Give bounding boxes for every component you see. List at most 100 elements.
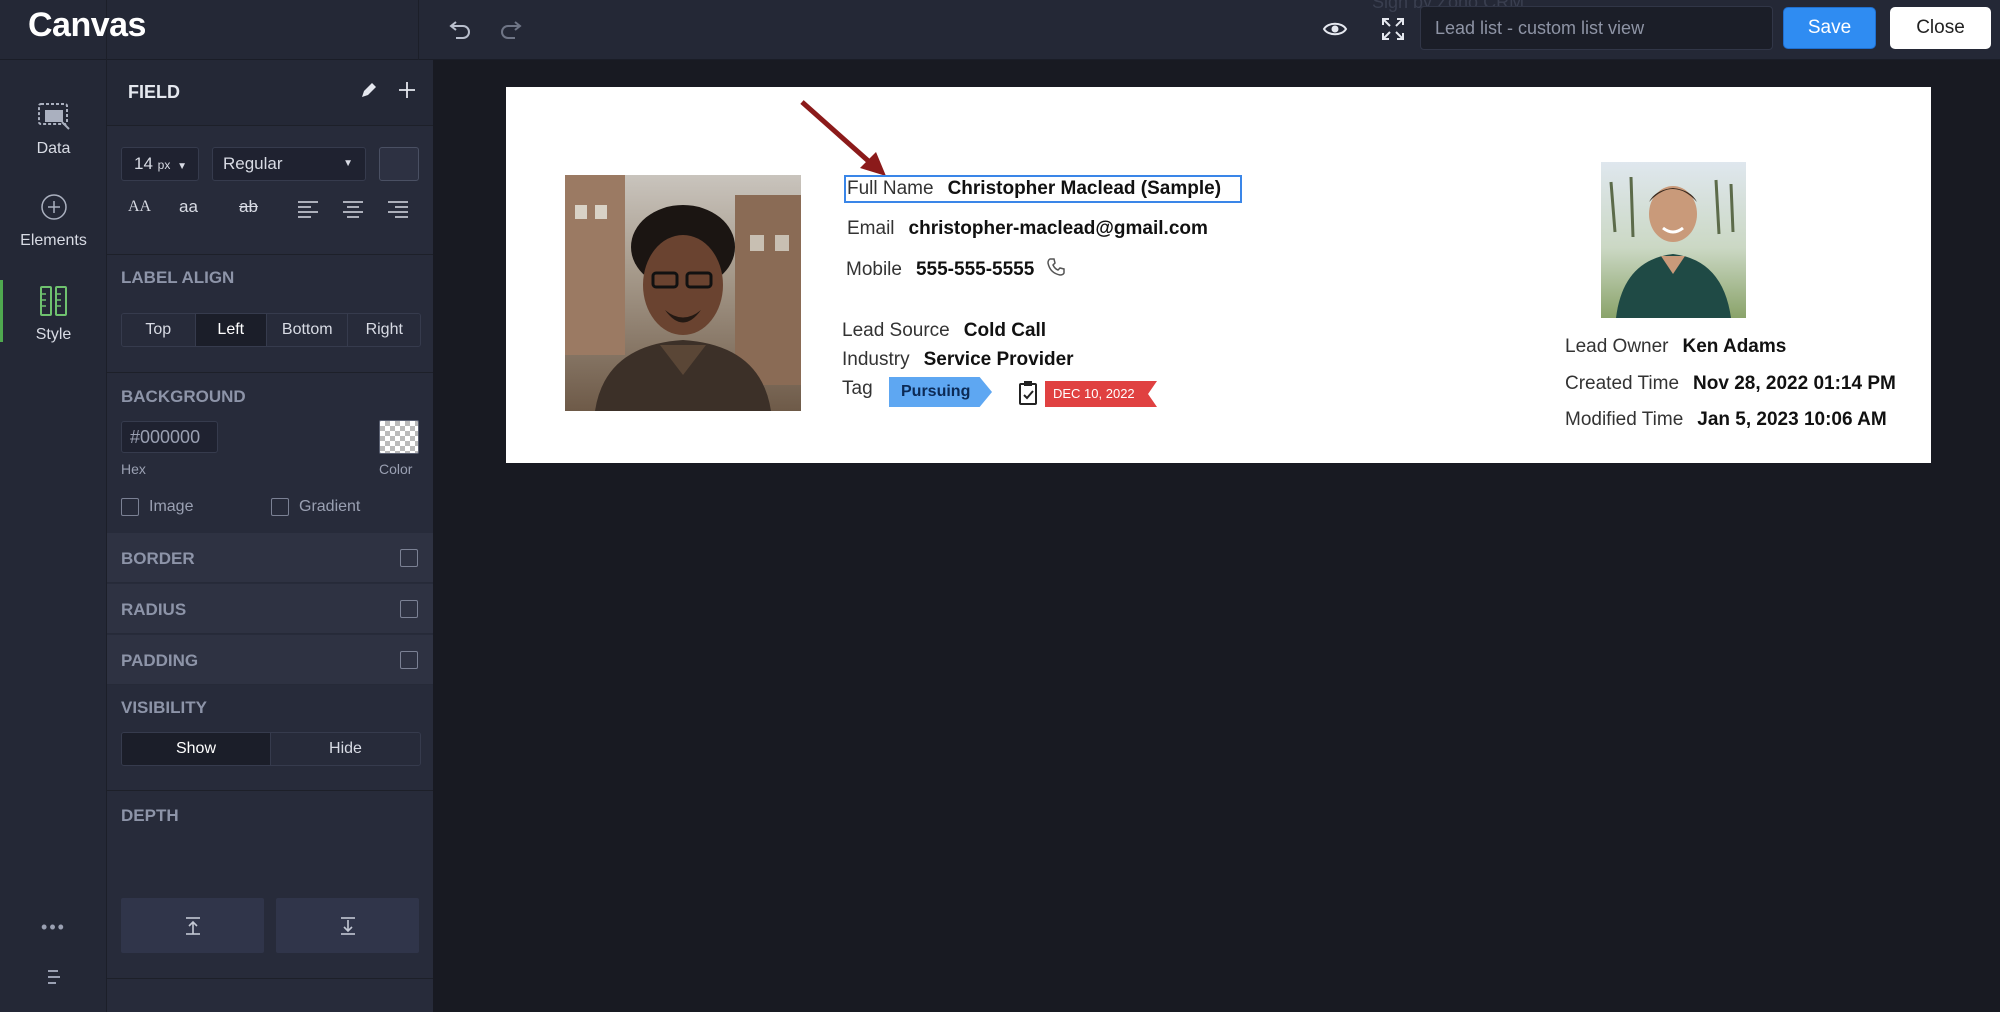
field-label: Industry bbox=[842, 349, 910, 370]
field-label: Created Time bbox=[1565, 373, 1680, 394]
owner-photo-icon bbox=[1609, 176, 1735, 318]
radius-title: RADIUS bbox=[121, 600, 187, 619]
align-center-icon[interactable] bbox=[342, 200, 364, 223]
padding-checkbox[interactable] bbox=[400, 651, 418, 669]
visibility-hide[interactable]: Hide bbox=[271, 733, 420, 765]
hex-input[interactable]: #000000 bbox=[121, 421, 218, 453]
lead-photo[interactable] bbox=[565, 175, 801, 411]
more-options-icon[interactable]: ••• bbox=[0, 917, 107, 938]
bring-forward-icon bbox=[185, 916, 200, 935]
top-bar: Canvas Sign by Zoho CRM Lead list - cust… bbox=[0, 0, 2000, 60]
divider bbox=[107, 254, 433, 255]
panel-header-spacer bbox=[107, 0, 419, 60]
background-color-swatch[interactable] bbox=[379, 420, 419, 454]
font-size-value: 14 bbox=[134, 154, 153, 173]
edit-pencil-icon[interactable] bbox=[359, 80, 379, 105]
label-align-top[interactable]: Top bbox=[122, 314, 196, 346]
owner-photo[interactable] bbox=[1601, 162, 1746, 318]
field-industry[interactable]: Industry Service Provider bbox=[842, 349, 1074, 371]
rail-item-data[interactable]: Data bbox=[0, 96, 107, 158]
field-value: Service Provider bbox=[923, 349, 1074, 370]
field-value: Ken Adams bbox=[1682, 336, 1787, 357]
border-row[interactable]: BORDER bbox=[107, 533, 433, 583]
gradient-checkbox[interactable] bbox=[271, 498, 289, 516]
font-weight-select[interactable]: Regular ▼ bbox=[212, 147, 366, 181]
field-value: Cold Call bbox=[963, 320, 1047, 341]
visibility-segmented: Show Hide bbox=[121, 732, 421, 766]
label-align-right[interactable]: Right bbox=[348, 314, 420, 346]
padding-row[interactable]: PADDING bbox=[107, 635, 433, 685]
image-checkbox[interactable] bbox=[121, 498, 139, 516]
field-full-name[interactable]: Full Name Christopher Maclead (Sample) bbox=[847, 178, 1221, 200]
style-icon bbox=[39, 286, 67, 316]
radius-checkbox[interactable] bbox=[400, 600, 418, 618]
divider bbox=[107, 790, 433, 791]
person-photo-icon bbox=[565, 175, 801, 411]
hex-label: Hex bbox=[121, 461, 146, 477]
send-backward-icon bbox=[340, 916, 355, 935]
lowercase-button[interactable]: aa bbox=[179, 197, 198, 217]
tag-pursuing[interactable]: Pursuing bbox=[889, 377, 992, 407]
font-weight-value: Regular bbox=[223, 154, 283, 173]
bring-forward-button[interactable] bbox=[121, 898, 264, 953]
field-label: Tag bbox=[842, 378, 873, 399]
rail-item-elements[interactable]: Elements bbox=[0, 188, 107, 250]
align-right-icon[interactable] bbox=[387, 200, 409, 223]
annotation-arrow-icon bbox=[800, 100, 886, 176]
border-checkbox[interactable] bbox=[400, 549, 418, 567]
color-label: Color bbox=[379, 461, 413, 477]
field-label: Full Name bbox=[847, 178, 934, 199]
font-color-swatch[interactable] bbox=[379, 147, 419, 181]
preview-eye-icon[interactable] bbox=[1320, 14, 1350, 44]
field-value: 555-555-5555 bbox=[915, 259, 1035, 280]
field-modified-time[interactable]: Modified Time Jan 5, 2023 10:06 AM bbox=[1565, 409, 1887, 431]
save-button[interactable]: Save bbox=[1783, 7, 1876, 49]
fullscreen-icon[interactable] bbox=[1378, 14, 1408, 44]
add-icon[interactable] bbox=[396, 79, 418, 106]
label-align-bottom[interactable]: Bottom bbox=[267, 314, 349, 346]
divider bbox=[107, 978, 433, 979]
plus-circle-icon bbox=[40, 194, 67, 220]
divider bbox=[107, 372, 433, 373]
close-button[interactable]: Close bbox=[1890, 7, 1991, 49]
font-size-unit: px bbox=[157, 158, 171, 172]
menu-lines-icon[interactable] bbox=[0, 967, 107, 992]
phone-icon bbox=[1046, 258, 1065, 276]
style-panel: FIELD 14 px ▼ Regular ▼ AA aa ab LABEL A… bbox=[107, 60, 433, 1012]
radius-row[interactable]: RADIUS bbox=[107, 584, 433, 634]
label-align-left[interactable]: Left bbox=[195, 314, 268, 346]
field-label: Email bbox=[847, 218, 895, 239]
field-mobile[interactable]: Mobile 555-555-5555 bbox=[846, 257, 1066, 281]
field-value: christopher-maclead@gmail.com bbox=[908, 218, 1208, 239]
align-left-icon[interactable] bbox=[297, 200, 319, 223]
tag-date-ribbon[interactable]: DEC 10, 2022 bbox=[1045, 381, 1157, 407]
visibility-title: VISIBILITY bbox=[121, 698, 207, 717]
redo-icon[interactable] bbox=[496, 14, 526, 44]
data-icon bbox=[37, 103, 70, 130]
background-title: BACKGROUND bbox=[121, 387, 246, 406]
undo-icon[interactable] bbox=[445, 14, 475, 44]
view-name-input[interactable]: Lead list - custom list view bbox=[1420, 6, 1773, 50]
field-label: Lead Owner bbox=[1565, 336, 1669, 357]
visibility-show[interactable]: Show bbox=[122, 733, 271, 765]
field-created-time[interactable]: Created Time Nov 28, 2022 01:14 PM bbox=[1565, 373, 1896, 395]
brand-area: Canvas bbox=[0, 0, 146, 60]
field-label: Mobile bbox=[846, 259, 902, 280]
send-backward-button[interactable] bbox=[276, 898, 419, 953]
field-lead-owner[interactable]: Lead Owner Ken Adams bbox=[1565, 336, 1786, 358]
field-value: Christopher Maclead (Sample) bbox=[947, 178, 1222, 199]
field-value: Nov 28, 2022 01:14 PM bbox=[1693, 373, 1896, 394]
field-lead-source[interactable]: Lead Source Cold Call bbox=[842, 320, 1046, 342]
font-size-select[interactable]: 14 px ▼ bbox=[121, 147, 199, 181]
uppercase-button[interactable]: AA bbox=[128, 198, 151, 216]
rail-item-style[interactable]: Style bbox=[0, 282, 107, 344]
padding-title: PADDING bbox=[121, 651, 199, 670]
chevron-down-icon: ▼ bbox=[177, 161, 187, 172]
image-label: Image bbox=[149, 498, 194, 515]
strikethrough-button[interactable]: ab bbox=[239, 197, 258, 217]
gradient-label: Gradient bbox=[299, 498, 361, 515]
field-tag-label[interactable]: Tag bbox=[842, 378, 887, 400]
panel-title: FIELD bbox=[128, 82, 180, 102]
field-email[interactable]: Email christopher-maclead@gmail.com bbox=[847, 218, 1208, 240]
border-title: BORDER bbox=[121, 549, 195, 568]
